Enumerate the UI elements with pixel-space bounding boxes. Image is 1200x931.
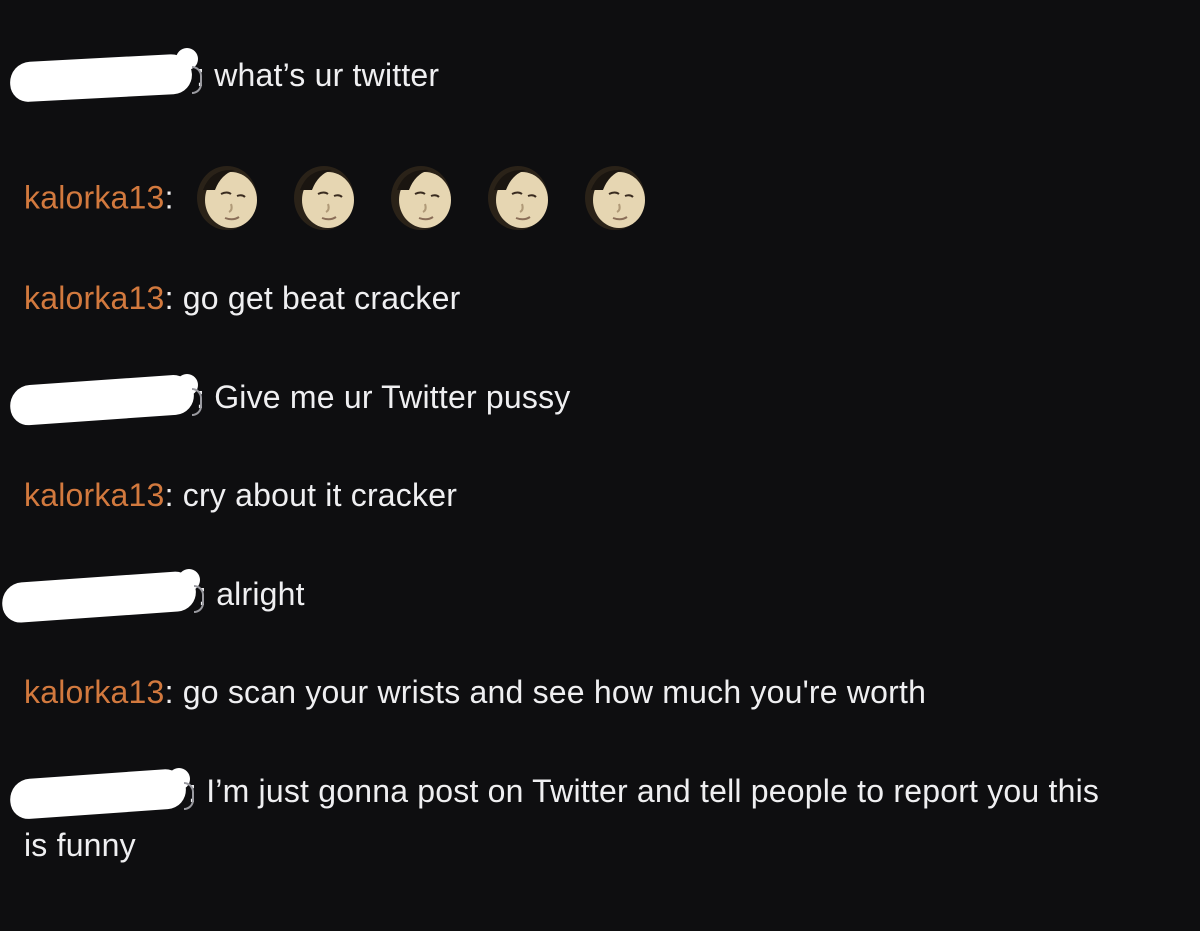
username[interactable]: kalorka13 — [24, 477, 165, 513]
face-emote[interactable] — [482, 160, 554, 232]
message-separator: : — [164, 674, 174, 710]
redacted-username[interactable] — [8, 767, 194, 820]
chat-message: kalorka13: go scan your wrists and see h… — [24, 665, 1130, 719]
message-text: what’s ur twitter — [214, 57, 440, 93]
message-separator: : — [164, 179, 174, 216]
face-emote[interactable] — [288, 160, 360, 232]
chat-message: : Give me ur Twitter pussy — [8, 370, 1130, 426]
face-emote[interactable] — [385, 160, 457, 232]
redacted-username[interactable] — [8, 373, 202, 426]
message-text: cry about it cracker — [182, 477, 458, 513]
chat-log: : what’s ur twitter kalorka13: kalorka13… — [0, 0, 1200, 931]
chat-message: : alright — [0, 567, 1130, 624]
chat-message: kalorka13: go get beat cracker — [24, 271, 1130, 325]
message-text: Give me ur Twitter pussy — [214, 379, 571, 415]
message-text: go get beat cracker — [182, 280, 461, 316]
username[interactable]: kalorka13 — [24, 179, 165, 215]
username[interactable]: kalorka13 — [24, 674, 165, 710]
message-text: alright — [216, 576, 305, 612]
face-emote[interactable] — [191, 160, 263, 232]
message-separator: : — [164, 280, 174, 316]
chat-message: : I’m just gonna post on Twitter and tel… — [8, 764, 1120, 872]
username[interactable]: kalorka13 — [24, 280, 165, 316]
chat-message: kalorka13: — [24, 164, 1130, 236]
redacted-username[interactable] — [9, 47, 202, 103]
chat-message: kalorka13: cry about it cracker — [24, 468, 1130, 522]
message-text: go scan your wrists and see how much you… — [182, 674, 927, 710]
message-separator: : — [164, 477, 174, 513]
chat-message: : what’s ur twitter — [9, 47, 1130, 103]
face-emote[interactable] — [579, 160, 651, 232]
redacted-username[interactable] — [0, 568, 204, 624]
